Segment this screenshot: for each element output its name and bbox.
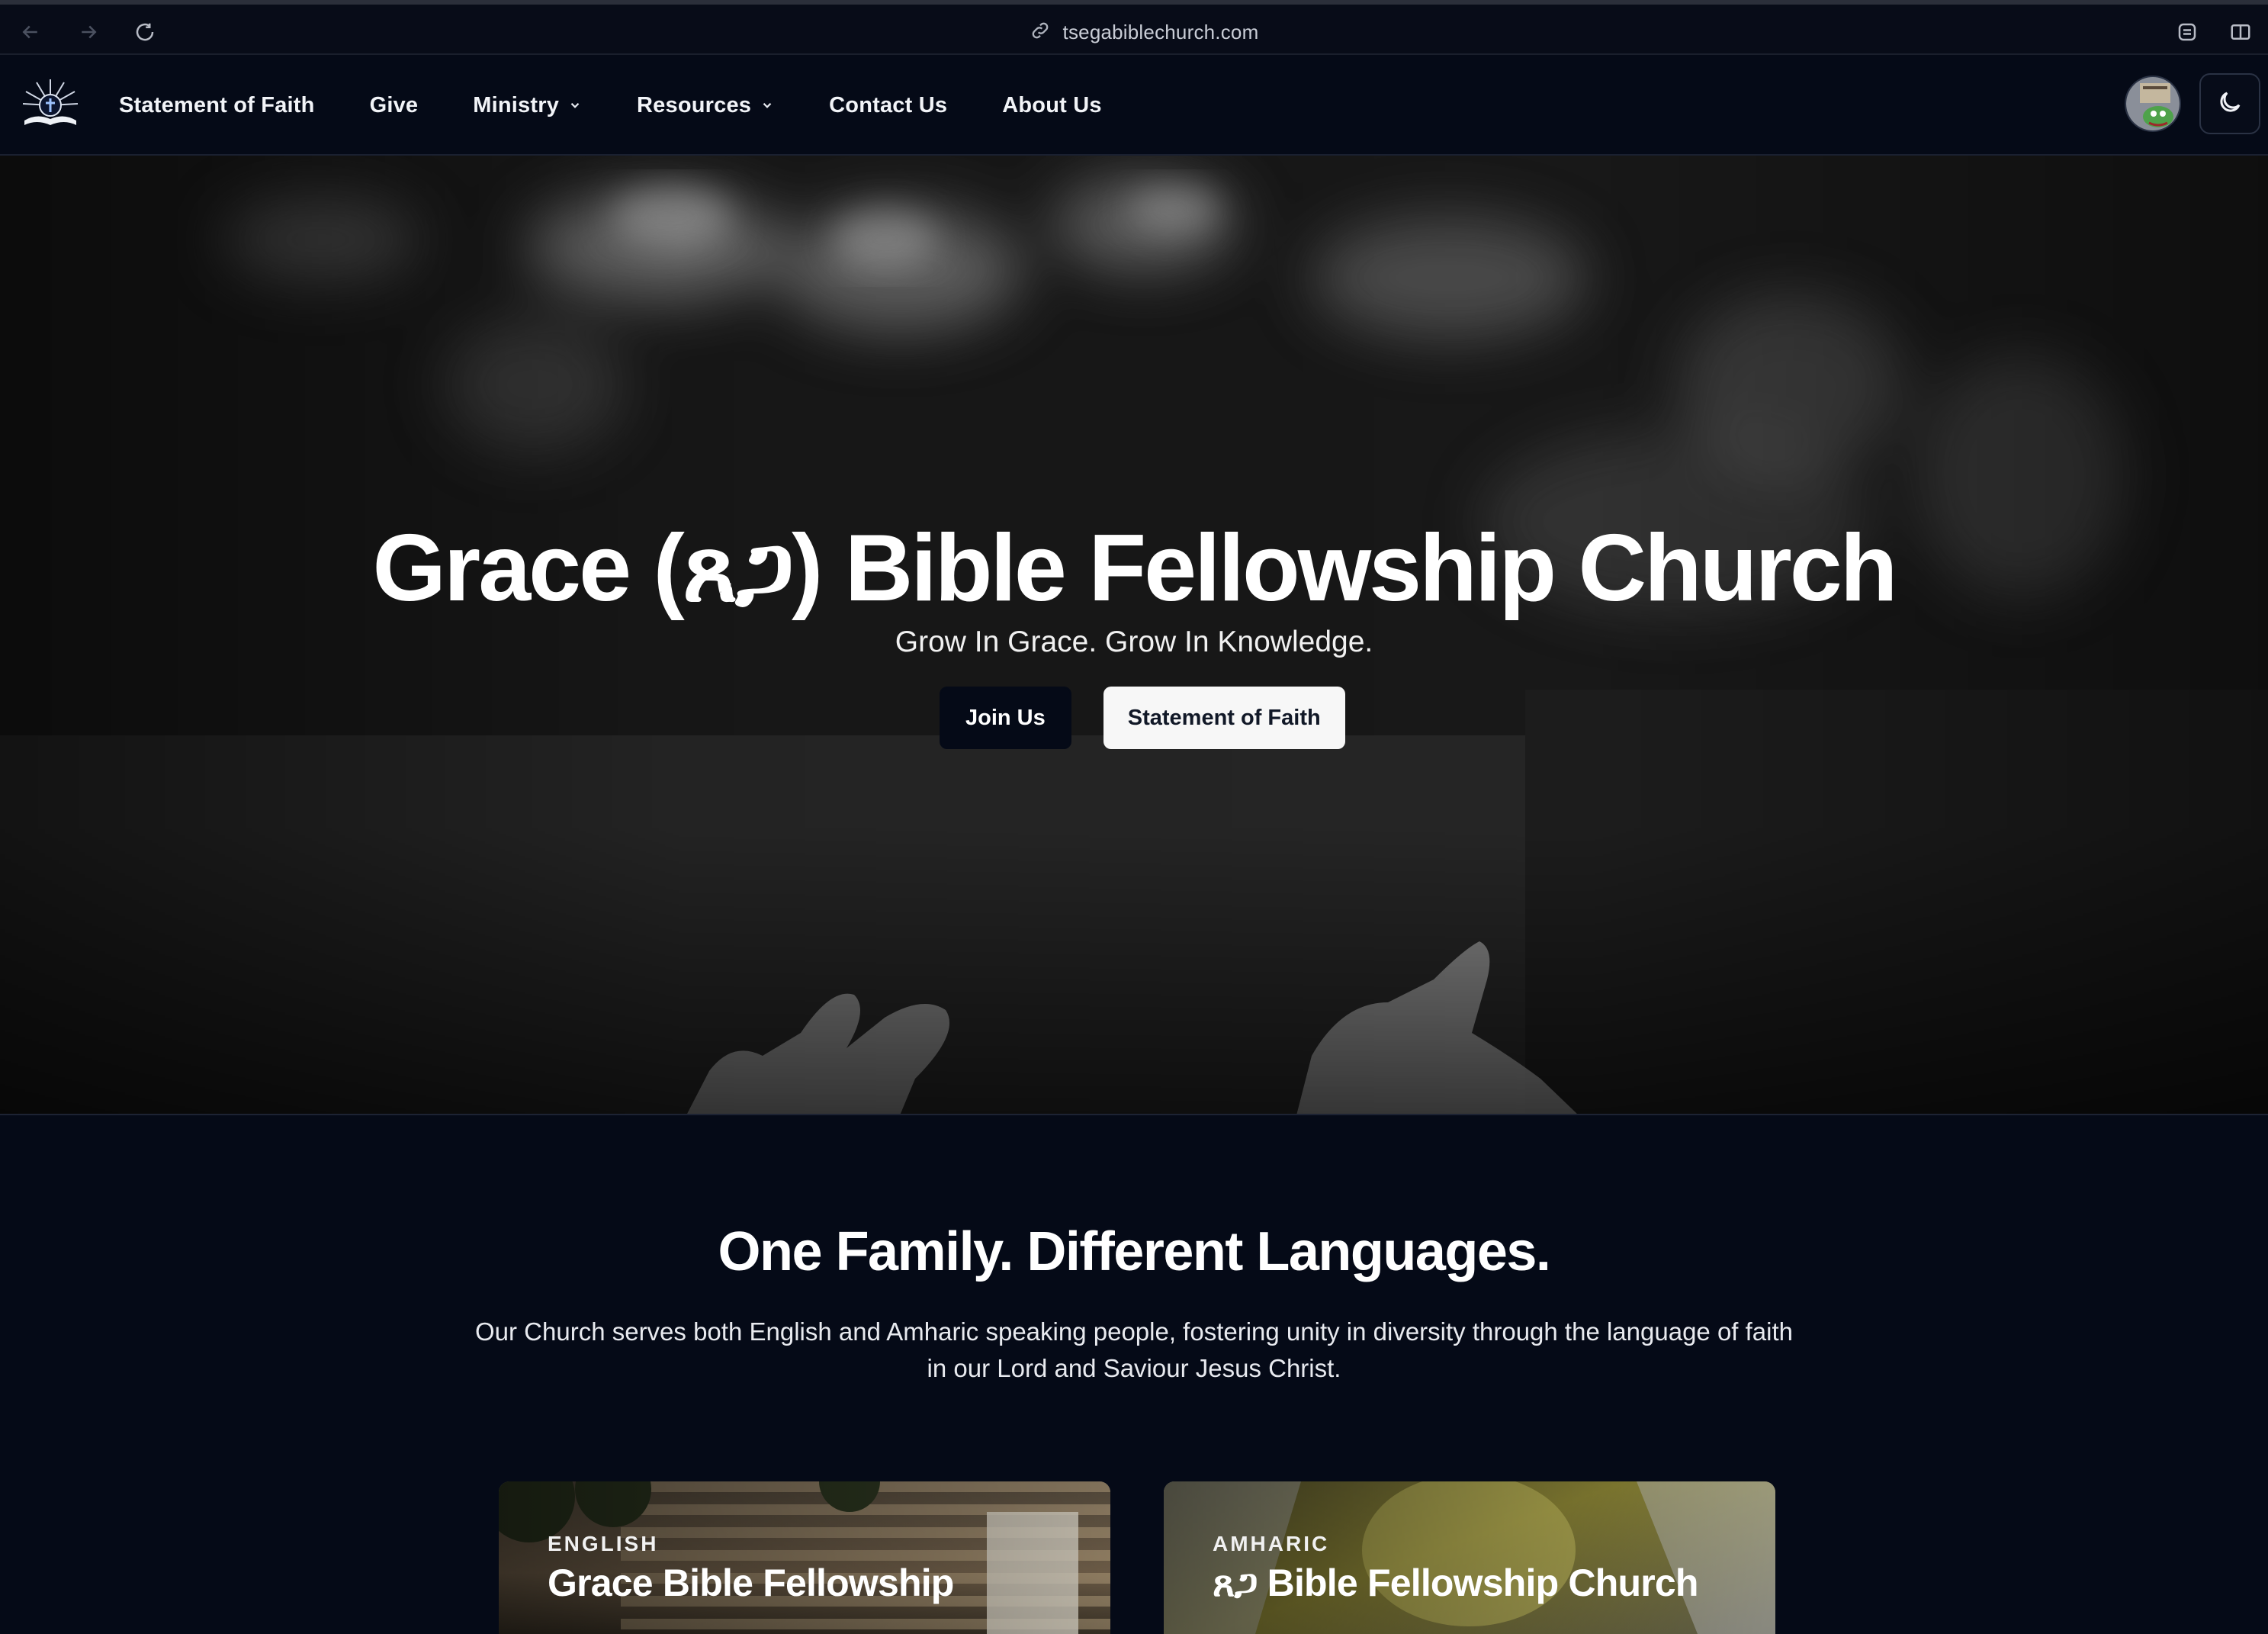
- nav-give[interactable]: Give: [370, 93, 419, 118]
- user-avatar[interactable]: [2125, 76, 2181, 132]
- nav-links: Statement of Faith Give Ministry Resourc…: [119, 55, 1157, 156]
- chevron-down-icon: [760, 93, 774, 118]
- moon-icon: [2216, 88, 2244, 120]
- site-navigation: Statement of Faith Give Ministry Resourc…: [0, 55, 2268, 156]
- browser-toolbar: tsegabiblechurch.com: [0, 0, 2268, 55]
- amharic-card-title: ጸጋ Bible Fellowship Church: [1213, 1562, 1698, 1604]
- theme-toggle-button[interactable]: [2199, 73, 2260, 134]
- hero-subtitle: Grow In Grace. Grow In Knowledge.: [895, 626, 1373, 658]
- sidebar-icon[interactable]: [2224, 15, 2257, 49]
- forward-icon[interactable]: [72, 15, 105, 49]
- hero-section: Grace (ጸጋ) Bible Fellowship Church Grow …: [0, 156, 2268, 1115]
- english-card-title: Grace Bible Fellowship: [548, 1562, 954, 1604]
- languages-description: Our Church serves both English and Amhar…: [474, 1317, 1794, 1382]
- address-bar[interactable]: tsegabiblechurch.com: [991, 15, 1296, 49]
- languages-heading: One Family. Different Languages.: [718, 1221, 1551, 1282]
- church-logo-icon[interactable]: [21, 78, 79, 133]
- link-icon: [1030, 20, 1051, 45]
- nav-contact-us[interactable]: Contact Us: [829, 93, 947, 118]
- nav-ministry-dropdown[interactable]: Ministry: [473, 93, 582, 118]
- nav-about-us[interactable]: About Us: [1002, 93, 1101, 118]
- statement-of-faith-button[interactable]: Statement of Faith: [1103, 687, 1345, 749]
- nav-statement-of-faith[interactable]: Statement of Faith: [119, 93, 315, 118]
- join-us-button[interactable]: Join Us: [940, 687, 1071, 749]
- english-card-kicker: ENGLISH: [548, 1532, 659, 1555]
- hero-buttons: Join Us Statement of Faith: [940, 687, 1345, 749]
- hero-title: Grace (ጸጋ) Bible Fellowship Church: [372, 516, 1897, 621]
- english-ministry-card[interactable]: ENGLISH Grace Bible Fellowship: [499, 1481, 1110, 1634]
- url-text: tsegabiblechurch.com: [1062, 20, 1259, 43]
- reload-icon[interactable]: [128, 15, 162, 49]
- chevron-down-icon: [568, 93, 582, 118]
- back-icon[interactable]: [14, 15, 47, 49]
- nav-resources-dropdown[interactable]: Resources: [637, 93, 774, 118]
- extensions-icon[interactable]: [2170, 15, 2204, 49]
- amharic-card-kicker: AMHARIC: [1213, 1532, 1330, 1555]
- amharic-ministry-card[interactable]: AMHARIC ጸጋ Bible Fellowship Church: [1164, 1481, 1775, 1634]
